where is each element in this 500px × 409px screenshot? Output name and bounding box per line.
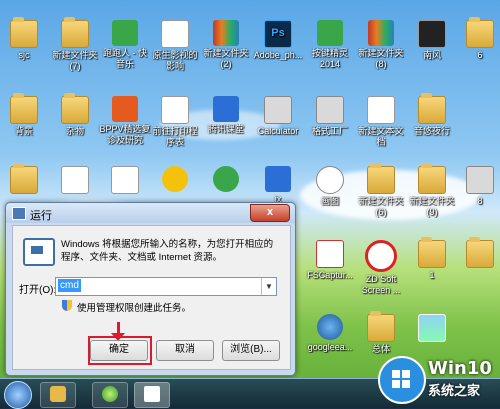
wechat-icon [213, 166, 239, 192]
open-label: 打开(O): [19, 285, 57, 296]
archive-icon [213, 20, 239, 46]
calculator-icon [264, 96, 292, 124]
open-combobox[interactable]: cmd ▼ [55, 277, 277, 296]
app-icon [213, 96, 239, 122]
open-input[interactable]: cmd [58, 279, 81, 292]
desktop-icon[interactable] [196, 166, 256, 194]
start-button[interactable] [4, 381, 32, 409]
app-icon [316, 240, 344, 268]
desktop-icon[interactable]: 腾讯课堂 [196, 96, 256, 135]
paint-icon [316, 166, 344, 194]
browser-button[interactable] [92, 382, 128, 408]
folder-icon [367, 311, 395, 342]
app-icon [316, 96, 344, 124]
desktop-icon[interactable] [450, 237, 500, 270]
run-program-icon [23, 238, 55, 266]
folder-icon [10, 163, 38, 194]
explorer-button[interactable] [40, 382, 76, 408]
globe-icon [317, 314, 343, 340]
desktop-icon[interactable]: 8 [450, 166, 500, 207]
uac-shield-icon [62, 300, 72, 311]
music-app-icon [112, 20, 138, 46]
run-window-button[interactable] [134, 382, 170, 408]
windows-logo-icon [378, 356, 426, 404]
folder-icon [418, 93, 446, 124]
run-dialog: 运行 x Windows 将根据您所输入的名称，为您打开相应的程序、文件夹、文档… [5, 202, 296, 376]
app-icon [317, 20, 343, 46]
watermark: Win10 系统之家 [378, 356, 500, 404]
run-dialog-body: Windows 将根据您所输入的名称，为您打开相应的程序、文件夹、文档或 Int… [12, 225, 291, 370]
browse-button[interactable]: 浏览(B)... [222, 340, 280, 361]
browser-icon [102, 386, 118, 402]
folder-icon [466, 17, 494, 48]
record-icon [365, 240, 397, 272]
document-icon [161, 20, 189, 48]
run-dialog-titlebar[interactable]: 运行 x [6, 203, 295, 223]
folder-icon [466, 237, 494, 268]
run-dialog-title: 运行 [30, 210, 52, 222]
chevron-down-icon[interactable]: ▼ [261, 278, 276, 295]
folder-icon [10, 93, 38, 124]
text-file-icon [367, 96, 395, 124]
folder-icon [50, 386, 66, 402]
text-file-icon [111, 166, 139, 194]
run-description: Windows 将根据您所输入的名称，为您打开相应的程序、文件夹、文档或 Int… [61, 239, 274, 263]
document-icon [161, 96, 189, 124]
app-icon [162, 166, 188, 192]
folder-icon [61, 17, 89, 48]
watermark-title: Win10 [428, 358, 492, 379]
run-window-icon [144, 386, 160, 402]
folder-icon [61, 93, 89, 124]
media-icon [418, 20, 446, 48]
desktop-icon[interactable]: 新建文件夹 (2) [196, 20, 256, 70]
run-window-icon [12, 207, 26, 220]
folder-icon [10, 17, 38, 48]
document-icon [61, 166, 89, 194]
image-icon [418, 314, 446, 342]
desktop-icon[interactable]: 音悠夜行 [402, 93, 462, 137]
archive-icon [368, 20, 394, 46]
window-icon [466, 166, 494, 194]
admin-note: 使用管理权限创建此任务。 [77, 303, 192, 314]
close-button[interactable]: x [250, 204, 290, 222]
desktop-icon[interactable] [402, 314, 462, 344]
photoshop-icon: Ps [264, 20, 292, 48]
app-icon [265, 166, 291, 192]
presentation-icon [112, 96, 138, 122]
folder-icon [367, 163, 395, 194]
ok-button[interactable]: 确定 [90, 340, 148, 361]
desktop-icon[interactable]: 6 [450, 17, 500, 61]
folder-icon [418, 163, 446, 194]
cancel-button[interactable]: 取消 [156, 340, 214, 361]
desktop-icon[interactable]: jx [248, 166, 308, 205]
folder-icon [418, 237, 446, 268]
desktop-icon[interactable]: Ps Adobe_ph... [248, 20, 308, 61]
watermark-subtitle: 系统之家 [428, 383, 481, 398]
desktop-icon[interactable]: Calculator [248, 96, 308, 137]
